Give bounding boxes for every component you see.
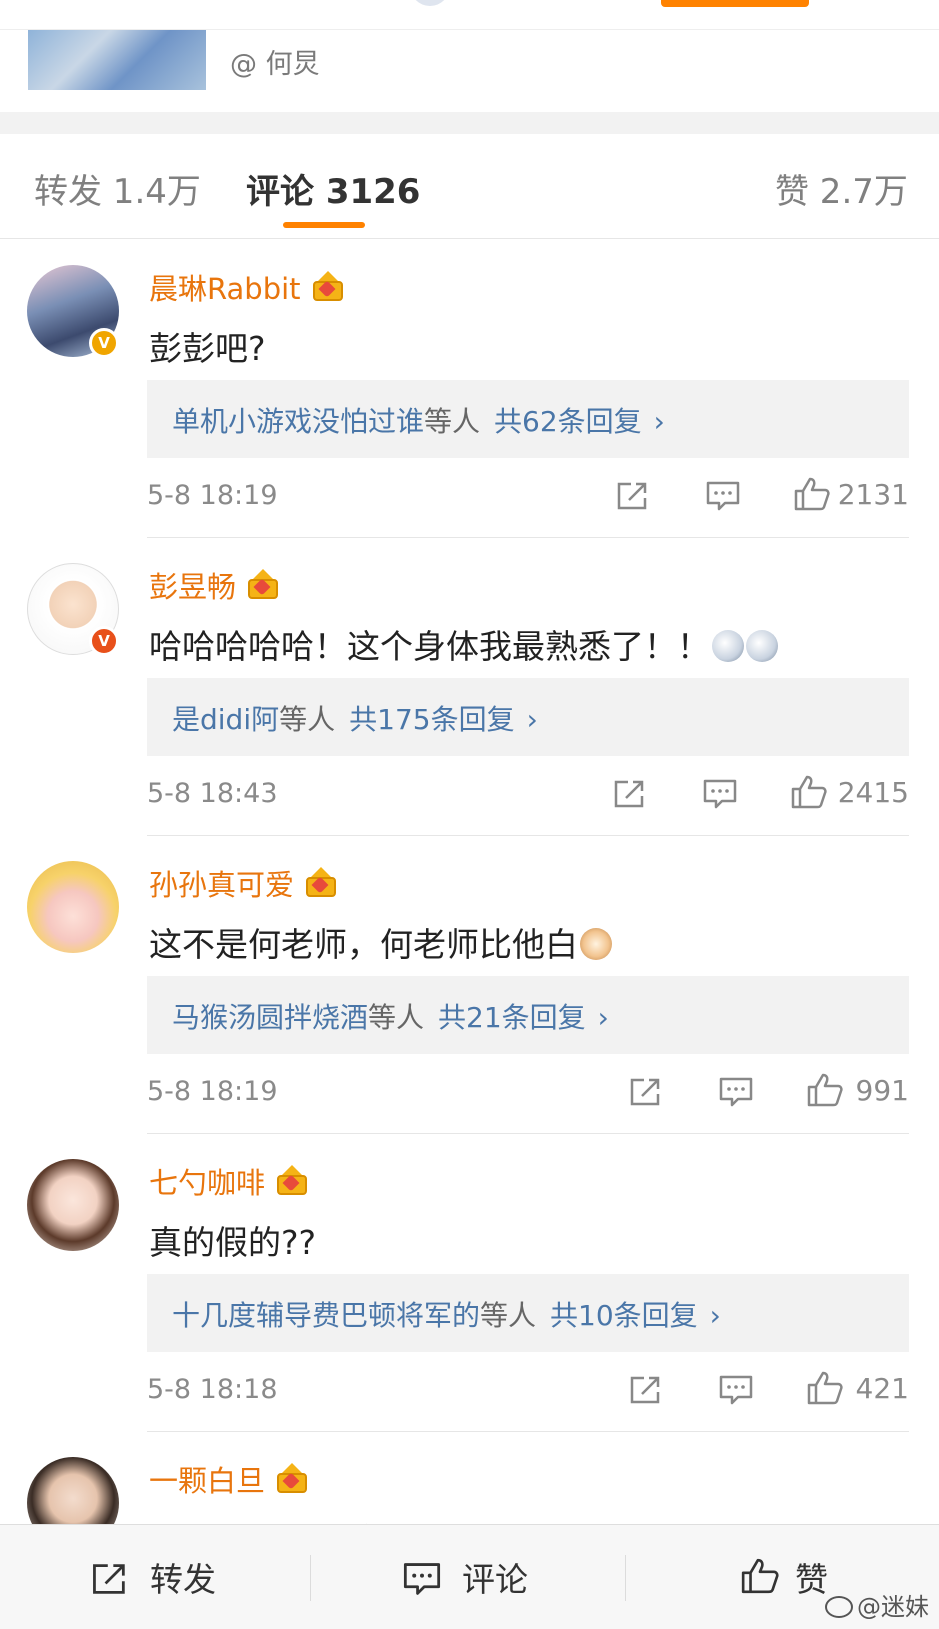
- reply-users[interactable]: 马猴汤圆拌烧酒: [172, 1001, 368, 1034]
- thumbs-up-icon[interactable]: [793, 476, 831, 512]
- divider: [310, 1555, 311, 1601]
- watermark-text: @迷妹: [857, 1593, 929, 1621]
- comment-text: 哈哈哈哈哈！这个身体我最熟悉了！！: [149, 620, 778, 668]
- comment-button[interactable]: 评论: [462, 1553, 528, 1601]
- thumbs-up-icon[interactable]: [740, 1557, 780, 1595]
- thumbs-up-icon[interactable]: [790, 774, 828, 810]
- replies-preview[interactable]: 十几度辅导费巴顿将军的等人 共10条回复 ›: [147, 1274, 909, 1352]
- username-text[interactable]: 孙孙真可爱: [149, 868, 294, 902]
- comment-text-body: 这不是何老师，何老师比他白: [149, 925, 578, 964]
- crown-icon: [275, 1461, 309, 1495]
- username-text[interactable]: 晨琳Rabbit: [149, 272, 301, 306]
- comment-icon[interactable]: [402, 1561, 442, 1597]
- reply-others: 等人: [480, 1299, 537, 1332]
- cat-emoji-icon: [580, 928, 612, 960]
- username-text[interactable]: 一颗白旦: [149, 1464, 265, 1498]
- crown-icon: [246, 567, 280, 601]
- timestamp: 5-8 18:19: [147, 480, 278, 511]
- username-text[interactable]: 七勺咖啡: [149, 1166, 265, 1200]
- share-icon[interactable]: [90, 1561, 130, 1597]
- comment-icon[interactable]: [705, 480, 741, 512]
- tab-repost[interactable]: 转发 1.4万: [34, 164, 201, 213]
- follow-button-remnant[interactable]: [661, 0, 809, 7]
- crown-icon: [304, 865, 338, 899]
- like-count: 421: [855, 1372, 909, 1405]
- quoted-post[interactable]: @ 何炅: [0, 30, 939, 112]
- username[interactable]: 晨琳Rabbit: [149, 266, 345, 308]
- reply-count[interactable]: 共21条回复: [438, 1001, 586, 1034]
- comment-item: 七勺咖啡 真的假的?? 十几度辅导费巴顿将军的等人 共10条回复 › 5-8 18:…: [0, 1134, 939, 1432]
- replies-preview[interactable]: 马猴汤圆拌烧酒等人 共21条回复 ›: [147, 976, 909, 1054]
- comment-text-body: 哈哈哈哈哈！这个身体我最熟悉了！！: [149, 627, 710, 666]
- reply-others: 等人: [279, 703, 336, 736]
- crown-icon: [311, 269, 345, 303]
- section-divider: [0, 112, 939, 134]
- chevron-right-icon: ›: [597, 1001, 609, 1034]
- timestamp: 5-8 18:18: [147, 1374, 278, 1405]
- comment-text: 这不是何老师，何老师比他白: [149, 918, 612, 966]
- verified-badge: V: [89, 328, 119, 358]
- comment-icon[interactable]: [718, 1374, 754, 1406]
- comment-text: 彭彭吧?: [149, 329, 266, 368]
- comment-icon[interactable]: [702, 778, 738, 810]
- mention-text: @ 何炅: [230, 49, 320, 80]
- avatar[interactable]: [27, 861, 119, 953]
- reply-users[interactable]: 是didi阿: [172, 703, 279, 736]
- timestamp: 5-8 18:19: [147, 1076, 278, 1107]
- active-tab-indicator: [283, 222, 365, 228]
- chevron-right-icon: ›: [709, 1299, 721, 1332]
- watermark: @迷妹: [825, 1587, 929, 1622]
- tab-likes[interactable]: 赞 2.7万: [775, 164, 908, 213]
- username[interactable]: 孙孙真可爱: [149, 862, 338, 904]
- husky-emoji-icon: [746, 630, 778, 662]
- thumbs-up-icon[interactable]: [806, 1072, 844, 1108]
- verified-badge: V: [89, 626, 119, 656]
- reply-users[interactable]: 单机小游戏没怕过谁: [172, 405, 424, 438]
- crown-icon: [275, 1163, 309, 1197]
- avatar[interactable]: [27, 1457, 119, 1524]
- reply-count[interactable]: 共10条回复: [550, 1299, 698, 1332]
- share-icon[interactable]: [628, 1374, 664, 1406]
- reply-count[interactable]: 共175条回复: [349, 703, 514, 736]
- like-count: 991: [855, 1074, 909, 1107]
- username[interactable]: 七勺咖啡: [149, 1160, 309, 1202]
- comment-text: 真的假的??: [149, 1223, 317, 1262]
- replies-preview[interactable]: 单机小游戏没怕过谁等人 共62条回复 ›: [147, 380, 909, 458]
- comment-icon[interactable]: [718, 1076, 754, 1108]
- divider: [625, 1555, 626, 1601]
- share-icon[interactable]: [615, 480, 651, 512]
- like-button[interactable]: 赞: [795, 1553, 828, 1601]
- share-icon[interactable]: [628, 1076, 664, 1108]
- reply-others: 等人: [368, 1001, 425, 1034]
- profile-avatar-remnant: [410, 0, 450, 6]
- username[interactable]: 一颗白旦: [149, 1458, 309, 1500]
- share-icon[interactable]: [612, 778, 648, 810]
- comment-item: V 晨琳Rabbit 彭彭吧? 单机小游戏没怕过谁等人 共62条回复 › 5-8 1…: [0, 240, 939, 538]
- thumbs-up-icon[interactable]: [806, 1370, 844, 1406]
- timestamp: 5-8 18:43: [147, 778, 278, 809]
- avatar[interactable]: [27, 1159, 119, 1251]
- weibo-logo-icon: [825, 1596, 853, 1618]
- reply-others: 等人: [424, 405, 481, 438]
- comment-text: 不行！！！！这种微博你要发在超话里！！！！！不: [149, 1514, 908, 1524]
- reply-count[interactable]: 共62条回复: [494, 405, 642, 438]
- interaction-tabs: 转发 1.4万 评论 3126 赞 2.7万: [0, 134, 939, 239]
- post-thumbnail[interactable]: [28, 30, 206, 90]
- top-header-remnant: [0, 0, 939, 30]
- chevron-right-icon: ›: [526, 703, 538, 736]
- husky-emoji-icon: [712, 630, 744, 662]
- reply-users[interactable]: 十几度辅导费巴顿将军的: [172, 1299, 480, 1332]
- repost-button[interactable]: 转发: [150, 1553, 216, 1601]
- username-text[interactable]: 彭昱畅: [149, 570, 236, 604]
- like-count: 2415: [837, 776, 909, 809]
- bottom-action-bar: 转发 评论 赞 @迷妹: [0, 1524, 939, 1629]
- replies-preview[interactable]: 是didi阿等人 共175条回复 ›: [147, 678, 909, 756]
- like-count: 2131: [837, 478, 909, 511]
- comment-item: 孙孙真可爱 这不是何老师，何老师比他白 马猴汤圆拌烧酒等人 共21条回复 › 5-8…: [0, 836, 939, 1134]
- comment-item: V 彭昱畅 哈哈哈哈哈！这个身体我最熟悉了！！ 是didi阿等人 共175条回复 ›…: [0, 538, 939, 836]
- comment-item: 一颗白旦 不行！！！！这种微博你要发在超话里！！！！！不: [0, 1432, 939, 1524]
- username[interactable]: 彭昱畅: [149, 564, 280, 606]
- tab-comments[interactable]: 评论 3126: [246, 164, 420, 213]
- chevron-right-icon: ›: [653, 405, 665, 438]
